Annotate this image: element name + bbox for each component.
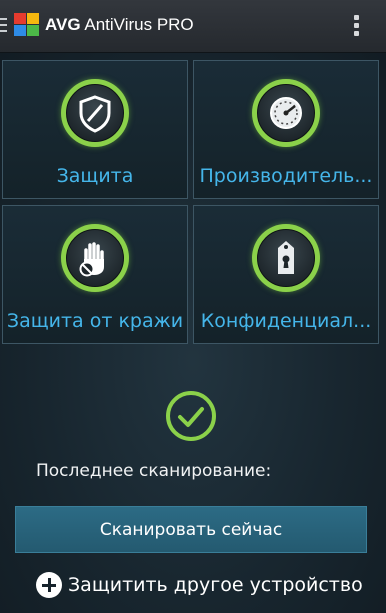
tile-label: Защита: [56, 165, 134, 187]
last-scan-label: Последнее сканирование:: [36, 461, 272, 481]
speedometer-icon: [270, 97, 302, 129]
icon-ring-inner: [257, 229, 315, 287]
overflow-menu-icon[interactable]: [352, 15, 360, 39]
icon-ring: [252, 224, 320, 292]
check-circle-icon: [166, 391, 216, 441]
protect-device-label: Защитить другое устройство: [68, 574, 363, 596]
tile-label: Защита от кражи: [6, 310, 184, 332]
app-title: AVG AntiVirus PRO: [45, 15, 194, 34]
tile-label: Конфиденциал...: [200, 310, 372, 332]
scan-now-button[interactable]: Сканировать сейчас: [15, 506, 367, 553]
tile-label: Производитель...: [199, 165, 373, 187]
icon-ring-inner: [257, 84, 315, 142]
icon-ring-inner: [66, 229, 124, 287]
icon-ring-inner: [66, 84, 124, 142]
tag-keyhole-icon: [278, 241, 294, 274]
avg-logo-icon: [14, 13, 39, 36]
tile-performance[interactable]: Производитель...: [193, 60, 379, 199]
tile-protection[interactable]: Защита: [2, 60, 188, 199]
main-dashboard: Защита Производитель... Защита от кражи …: [0, 53, 386, 613]
app-bar: AVG AntiVirus PRO: [0, 0, 386, 53]
icon-ring: [61, 79, 129, 147]
tile-privacy[interactable]: Конфиденциал...: [193, 205, 379, 344]
nav-drawer-icon[interactable]: [0, 18, 8, 34]
icon-ring: [61, 224, 129, 292]
icon-ring: [252, 79, 320, 147]
plus-circle-icon: [36, 572, 62, 598]
protect-device-link[interactable]: Защитить другое устройство: [36, 570, 363, 600]
stop-hand-icon: [79, 242, 104, 277]
shield-icon: [79, 95, 111, 133]
tile-anti-theft[interactable]: Защита от кражи: [2, 205, 188, 344]
